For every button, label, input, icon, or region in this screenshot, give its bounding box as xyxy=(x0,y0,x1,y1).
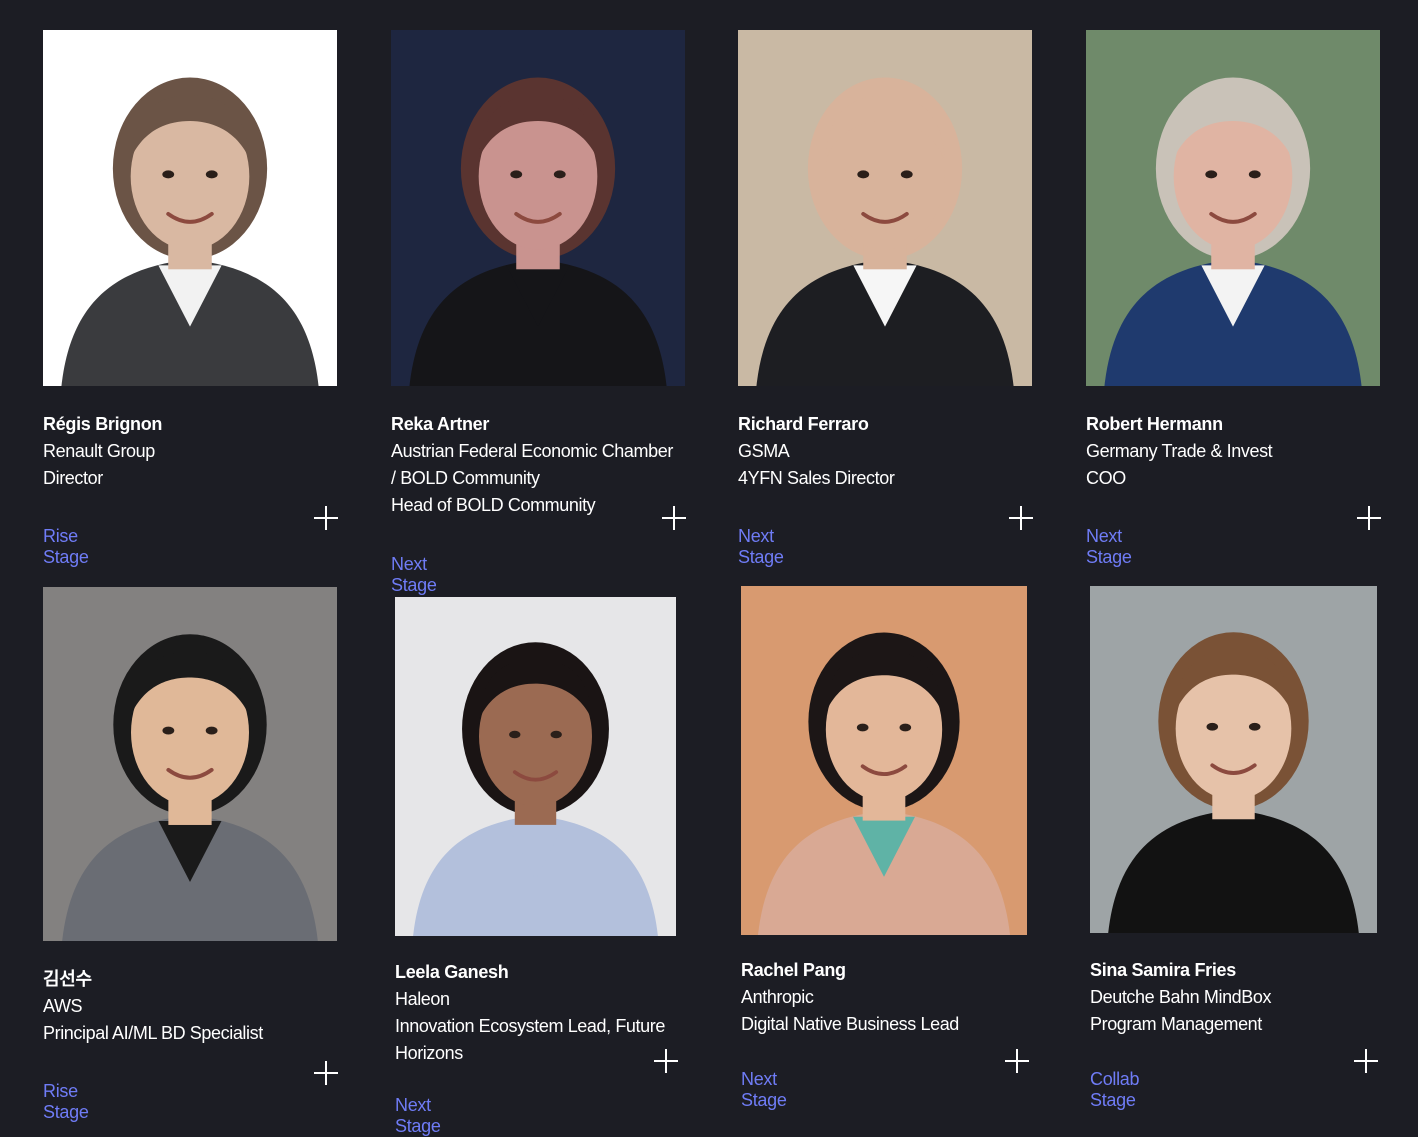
speaker-title: Principal AI/ML BD Specialist xyxy=(43,1023,263,1043)
speaker-name: Rachel Pang xyxy=(741,960,846,980)
speaker-title: Digital Native Business Lead xyxy=(741,1014,959,1034)
expand-plus-icon[interactable] xyxy=(654,1049,678,1073)
speaker-title: / BOLD Community xyxy=(391,468,540,488)
speaker-name: 김선수 xyxy=(43,969,92,989)
speaker-title: Innovation Ecosystem Lead, Future xyxy=(395,1016,665,1036)
speaker-company: Anthropic xyxy=(741,987,814,1007)
speaker-photo[interactable] xyxy=(43,587,337,941)
portrait-image xyxy=(1090,586,1377,933)
stage-link[interactable]: Next Stage xyxy=(738,526,784,568)
portrait-image xyxy=(395,597,676,936)
portrait-image xyxy=(1086,30,1380,386)
speaker-title: Head of BOLD Community xyxy=(391,495,596,515)
expand-plus-icon[interactable] xyxy=(314,1061,338,1085)
speaker-photo[interactable] xyxy=(1090,586,1377,933)
expand-plus-icon[interactable] xyxy=(1354,1049,1378,1073)
expand-plus-icon[interactable] xyxy=(1005,1049,1029,1073)
speaker-photo[interactable] xyxy=(738,30,1032,386)
speaker-company: Haleon xyxy=(395,989,450,1009)
speaker-title: COO xyxy=(1086,468,1126,488)
speaker-name: Régis Brignon xyxy=(43,414,163,434)
speaker-name: Reka Artner xyxy=(391,414,490,434)
speaker-photo[interactable] xyxy=(391,30,685,386)
expand-plus-icon[interactable] xyxy=(662,506,686,530)
speaker-photo[interactable] xyxy=(43,30,337,386)
stage-link[interactable]: Next Stage xyxy=(395,1095,441,1137)
speaker-company: AWS xyxy=(43,996,83,1016)
stage-link[interactable]: Rise Stage xyxy=(43,1081,89,1123)
speaker-company: Renault Group xyxy=(43,441,155,461)
stage-link[interactable]: Next Stage xyxy=(741,1069,787,1111)
speaker-company: GSMA xyxy=(738,441,790,461)
expand-plus-icon[interactable] xyxy=(314,506,338,530)
portrait-image xyxy=(43,30,337,386)
speaker-photo[interactable] xyxy=(1086,30,1380,386)
stage-link[interactable]: Rise Stage xyxy=(43,526,89,568)
speaker-name: Robert Hermann xyxy=(1086,414,1223,434)
stage-link[interactable]: Next Stage xyxy=(1086,526,1132,568)
portrait-image xyxy=(738,30,1032,386)
portrait-image xyxy=(741,586,1027,935)
stage-link[interactable]: Collab Stage xyxy=(1090,1069,1140,1111)
speaker-name: Sina Samira Fries xyxy=(1090,960,1236,980)
speaker-name: Richard Ferraro xyxy=(738,414,869,434)
stage-link[interactable]: Next Stage xyxy=(391,554,437,596)
expand-plus-icon[interactable] xyxy=(1009,506,1033,530)
speaker-photo[interactable] xyxy=(395,597,676,936)
speaker-title: Program Management xyxy=(1090,1014,1262,1034)
speaker-company: Austrian Federal Economic Chamber xyxy=(391,441,673,461)
portrait-image xyxy=(391,30,685,386)
speaker-name: Leela Ganesh xyxy=(395,962,509,982)
speaker-title: Director xyxy=(43,468,103,488)
speaker-company: Deutche Bahn MindBox xyxy=(1090,987,1272,1007)
expand-plus-icon[interactable] xyxy=(1357,506,1381,530)
speaker-title: 4YFN Sales Director xyxy=(738,468,895,488)
speaker-photo[interactable] xyxy=(741,586,1027,935)
speaker-company: Germany Trade & Invest xyxy=(1086,441,1273,461)
speaker-title: Horizons xyxy=(395,1043,463,1063)
portrait-image xyxy=(43,587,337,941)
